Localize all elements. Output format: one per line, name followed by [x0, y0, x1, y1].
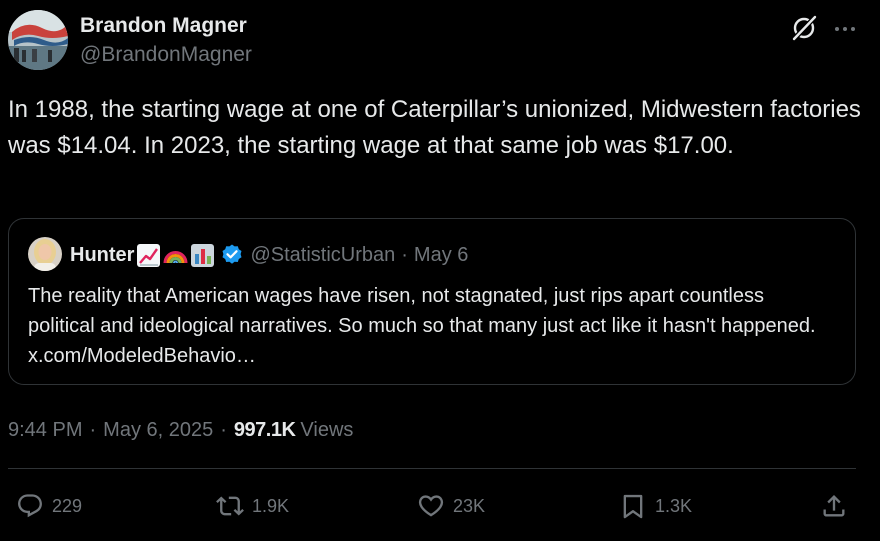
author-avatar-image — [8, 10, 68, 70]
share-icon — [823, 495, 845, 517]
like-button[interactable]: 23K — [417, 490, 485, 522]
share-button[interactable] — [820, 490, 848, 522]
repost-count: 1.9K — [252, 495, 290, 516]
views-label: Views — [300, 418, 354, 441]
views-count: 997.1K — [233, 418, 296, 441]
tweet-time[interactable]: 9:44 PM — [8, 419, 82, 442]
quote-separator: · — [401, 243, 408, 266]
meta-separator: · — [89, 418, 97, 441]
quote-text: The reality that American wages have ris… — [28, 285, 816, 367]
tweet-author-row: Brandon Magner @BrandonMagner — [8, 10, 872, 72]
bar-chart-emoji-icon — [191, 243, 215, 267]
quote-author-handle[interactable]: @StatisticUrban — [250, 244, 395, 267]
author-handle[interactable]: @BrandonMagner — [80, 43, 252, 67]
heart-icon — [418, 495, 444, 517]
quote-avatar-image — [28, 237, 62, 271]
reply-button[interactable]: 229 — [16, 490, 82, 522]
verified-badge-icon — [222, 244, 242, 264]
tweet-text: In 1988, the starting wage at one of Cat… — [8, 96, 861, 159]
quote-date[interactable]: May 6 — [414, 244, 468, 267]
more-icon[interactable] — [832, 16, 858, 42]
author-avatar[interactable] — [8, 10, 68, 70]
reply-count: 229 — [52, 495, 83, 516]
meta-separator: · — [220, 418, 227, 441]
like-count: 23K — [453, 495, 486, 516]
repost-button[interactable]: 1.9K — [216, 490, 289, 522]
quoted-tweet-card[interactable]: Hunter @StatisticUrban · May 6 The reali… — [8, 218, 856, 385]
quote-author-name[interactable]: Hunter — [70, 244, 134, 267]
tweet-date[interactable]: May 6, 2025 — [103, 419, 213, 442]
bookmark-icon — [623, 494, 643, 519]
action-bar-divider — [8, 468, 856, 469]
quote-author-avatar[interactable] — [28, 237, 62, 271]
chart-increasing-emoji-icon — [137, 243, 161, 267]
quote-header: Hunter @StatisticUrban · May 6 — [70, 241, 468, 269]
author-display-name[interactable]: Brandon Magner — [80, 14, 247, 38]
repost-icon — [216, 496, 244, 516]
tweet-meta: 9:44 PM · May 6, 2025 · 997.1K Views — [8, 415, 353, 445]
grok-icon[interactable] — [790, 14, 818, 42]
bookmark-button[interactable]: 1.3K — [619, 490, 692, 522]
bookmark-count: 1.3K — [655, 495, 693, 516]
rainbow-emoji-icon — [163, 250, 188, 263]
reply-icon — [18, 494, 42, 518]
